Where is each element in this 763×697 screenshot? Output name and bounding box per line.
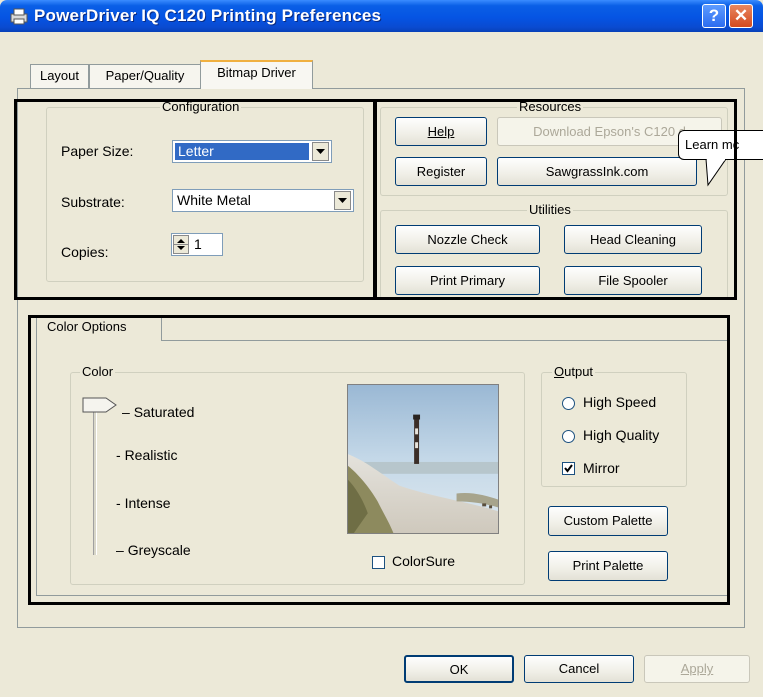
printing-preferences-window: PowerDriver IQ C120 Printing Preferences…	[0, 0, 763, 697]
help-caption-button[interactable]: ?	[702, 4, 726, 28]
title-bar[interactable]: PowerDriver IQ C120 Printing Preferences…	[0, 0, 763, 32]
cancel-button[interactable]: Cancel	[524, 655, 634, 683]
tab-paper-quality[interactable]: Paper/Quality	[89, 64, 201, 88]
printer-icon	[10, 8, 28, 25]
apply-button[interactable]: Apply	[644, 655, 750, 683]
color-options-highlight-frame	[28, 315, 730, 605]
close-button[interactable]: ✕	[729, 4, 753, 28]
ok-button[interactable]: OK	[404, 655, 514, 683]
tab-layout[interactable]: Layout	[30, 64, 89, 88]
tab-bitmap-driver[interactable]: Bitmap Driver	[200, 60, 313, 89]
window-title: PowerDriver IQ C120 Printing Preferences	[34, 6, 382, 25]
resources-utilities-highlight-frame	[374, 99, 737, 300]
configuration-highlight-frame	[14, 99, 376, 300]
